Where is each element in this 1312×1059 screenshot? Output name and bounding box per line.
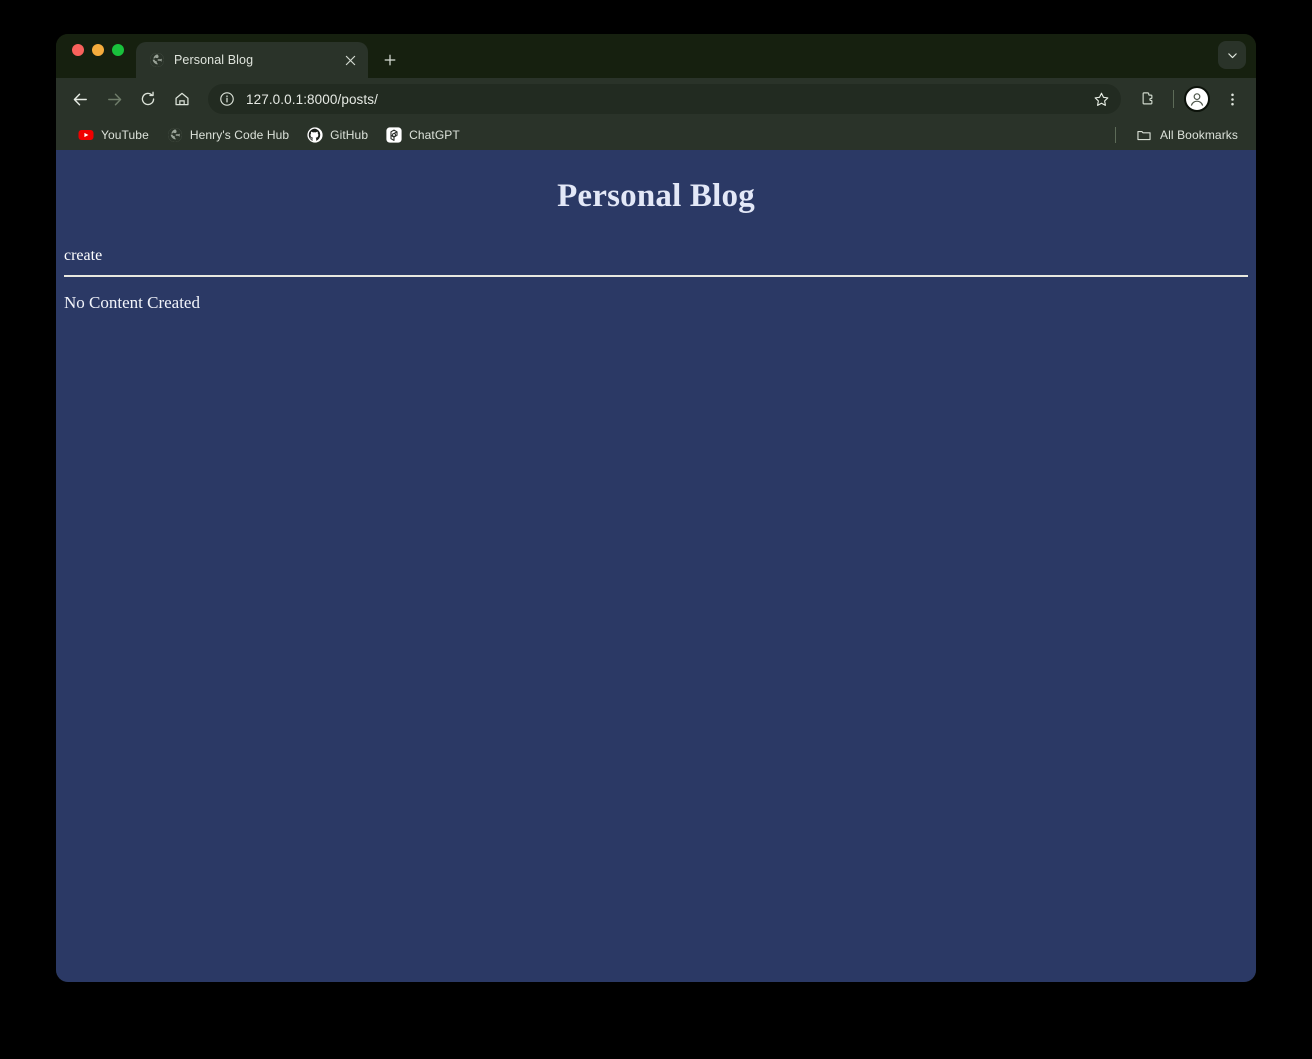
youtube-icon [78, 127, 94, 143]
bookmark-label: ChatGPT [409, 128, 460, 142]
page-title: Personal Blog [557, 178, 755, 214]
close-icon[interactable] [342, 52, 358, 68]
globe-icon [167, 127, 183, 143]
browser-toolbar: 127.0.0.1:8000/posts/ [56, 78, 1256, 120]
back-arrow-icon[interactable] [64, 83, 96, 115]
info-circle-icon[interactable] [214, 86, 240, 112]
empty-state-message: No Content Created [64, 293, 200, 312]
folder-icon [1136, 127, 1152, 143]
forward-arrow-icon[interactable] [98, 83, 130, 115]
star-icon[interactable] [1087, 85, 1115, 113]
home-icon[interactable] [166, 83, 198, 115]
github-icon [307, 127, 323, 143]
bookmarks-divider [1115, 127, 1116, 143]
tab-list: Personal Blog [136, 34, 368, 78]
content-separator [64, 275, 1248, 277]
chatgpt-icon [386, 127, 402, 143]
reload-icon[interactable] [132, 83, 164, 115]
new-tab-button[interactable] [376, 46, 404, 74]
toolbar-divider [1173, 90, 1174, 108]
window-controls [56, 34, 136, 78]
url-text[interactable]: 127.0.0.1:8000/posts/ [240, 92, 1087, 107]
bookmark-label: YouTube [101, 128, 149, 142]
bookmark-chatgpt[interactable]: ChatGPT [378, 123, 468, 147]
bookmark-label: Henry's Code Hub [189, 128, 290, 142]
bookmark-henrys-code-hub[interactable]: Henry's Code Hub [159, 123, 297, 147]
bookmark-label: GitHub [330, 128, 369, 142]
page-viewport: Personal Blog create No Content Created [56, 150, 1256, 982]
bookmarks-bar: YouTube Henry's Code Hub GitHub ChatGPT … [56, 120, 1256, 150]
address-bar[interactable]: 127.0.0.1:8000/posts/ [208, 84, 1121, 114]
tab-strip: Personal Blog [56, 34, 1256, 78]
tab-title: Personal Blog [174, 53, 254, 67]
tab-personal-blog[interactable]: Personal Blog [136, 42, 368, 78]
create-post-link[interactable]: create [64, 247, 102, 265]
blog-page: Personal Blog create No Content Created [64, 150, 1248, 313]
bookmark-github[interactable]: GitHub [299, 123, 376, 147]
window-close-button[interactable] [72, 44, 84, 56]
puzzle-piece-icon[interactable] [1133, 84, 1163, 114]
browser-window: Personal Blog 127.0.0.1:8000/posts/ YouT… [56, 34, 1256, 982]
window-maximize-button[interactable] [112, 44, 124, 56]
three-dot-menu-icon[interactable] [1218, 85, 1246, 113]
all-bookmarks-label: All Bookmarks [1160, 128, 1238, 142]
chevron-down-icon[interactable] [1218, 41, 1246, 69]
window-minimize-button[interactable] [92, 44, 104, 56]
avatar[interactable] [1184, 86, 1210, 112]
bookmark-youtube[interactable]: YouTube [70, 123, 157, 147]
globe-icon [149, 52, 165, 68]
all-bookmarks-button[interactable]: All Bookmarks [1128, 123, 1246, 147]
